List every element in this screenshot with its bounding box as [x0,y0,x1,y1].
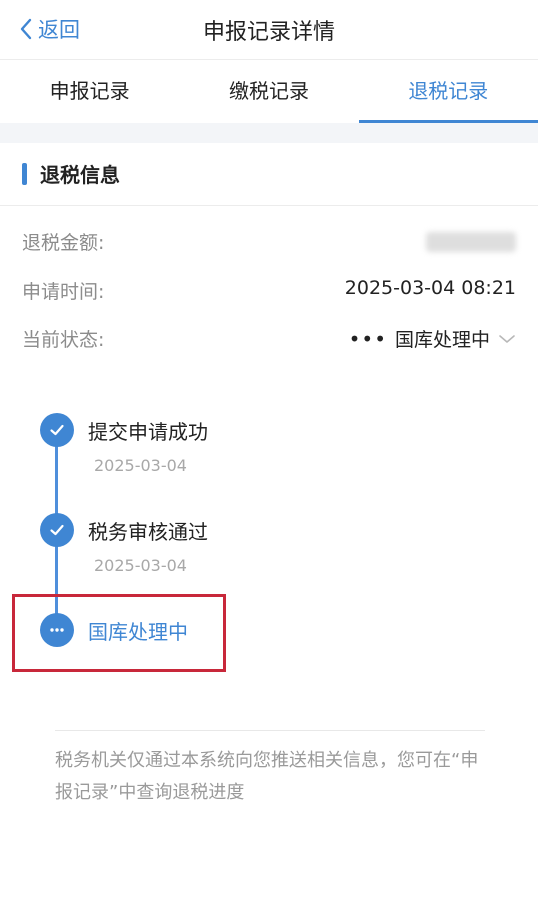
current-status-value: 国库处理中 [394,329,490,351]
nav-bar: 返回 申报记录详情 [0,0,538,60]
refund-amount-value [426,228,516,257]
section-marker [22,163,27,185]
apply-time-value: 2025-03-04 08:21 [344,277,516,299]
timeline-step-title: 税务审核通过 [88,520,208,544]
highlight-annotation-box [12,594,226,672]
section-divider [0,123,538,143]
tab-payment-records[interactable]: 缴税记录 [179,61,358,123]
apply-time-label: 申请时间: [22,281,105,303]
current-status-row: 当前状态: ••• 国库处理中 [22,325,516,355]
redacted-amount [426,232,516,252]
current-status-label: 当前状态: [22,329,105,351]
refund-amount-row: 退税金额: [22,228,516,258]
tab-bar: 申报记录 缴税记录 退税记录 [0,61,538,123]
timeline-step-date: 2025-03-04 [94,556,187,575]
timeline-step-title: 提交申请成功 [88,420,208,444]
page-title: 申报记录详情 [202,20,335,45]
section-title: 退税信息 [40,163,120,187]
ellipsis-icon: ••• [348,326,387,351]
chevron-down-icon [499,334,515,343]
tab-refund-records[interactable]: 退税记录 [358,61,538,123]
timeline-step-done [40,513,74,547]
timeline-step-date: 2025-03-04 [94,456,187,475]
section-header: 退税信息 [0,143,538,206]
apply-time-row: 申请时间: 2025-03-04 08:21 [22,277,516,307]
tab-declaration-records[interactable]: 申报记录 [0,61,179,123]
checkmark-icon [50,524,64,536]
footer-note: 税务机关仅通过本系统向您推送相关信息，您可在“申报记录”中查询退税进度 [55,750,479,803]
checkmark-icon [50,424,64,436]
timeline-step-done [40,413,74,447]
footer-divider [55,730,485,731]
refund-amount-label: 退税金额: [22,232,105,254]
current-status-dropdown[interactable]: ••• 国库处理中 [349,325,516,352]
